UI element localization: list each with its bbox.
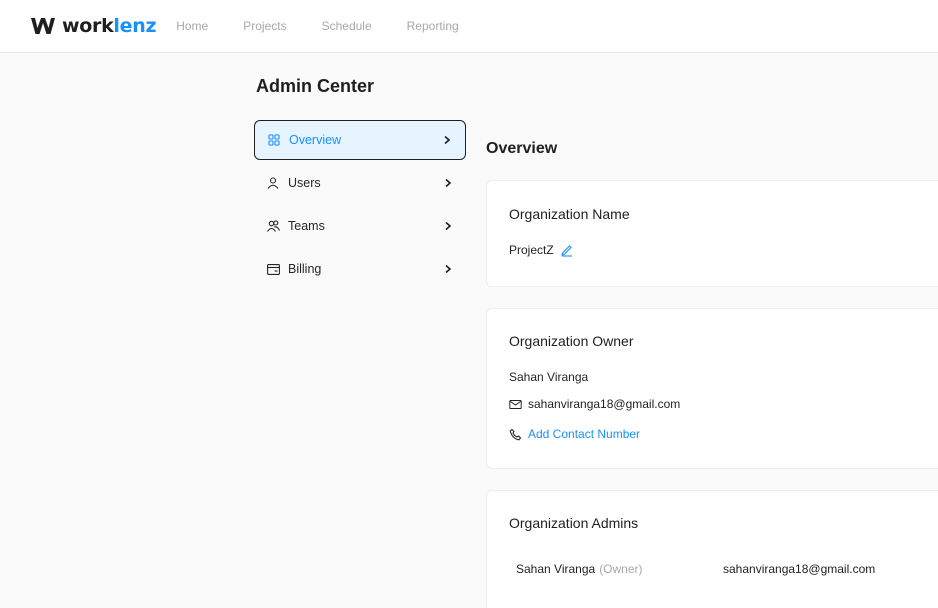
phone-icon <box>509 428 522 440</box>
nav-reporting[interactable]: Reporting <box>407 19 459 33</box>
org-name-heading: Organization Name <box>509 206 630 222</box>
org-name-card: Organization Name ProjectZ <box>486 180 938 287</box>
admin-name: Sahan Viranga <box>516 562 596 576</box>
chevron-right-icon <box>445 264 452 274</box>
menu-item-label: Teams <box>288 219 325 233</box>
org-name-row: ProjectZ <box>509 243 574 257</box>
logo-text: worklenz <box>62 15 157 37</box>
top-navbar: worklenz Home Projects Schedule Reportin… <box>0 0 938 53</box>
admin-side-menu: Overview Users Teams Billing <box>254 120 466 292</box>
card-icon <box>266 262 280 276</box>
mail-icon <box>509 399 522 409</box>
admin-row: Sahan Viranga (Owner) sahanviranga18@gma… <box>516 562 936 576</box>
team-icon <box>266 219 280 233</box>
menu-item-label: Overview <box>289 133 342 147</box>
menu-item-label: Users <box>288 176 321 190</box>
org-owner-card: Organization Owner Sahan Viranga sahanvi… <box>486 308 938 469</box>
main-nav: Home Projects Schedule Reporting <box>176 19 493 33</box>
nav-home[interactable]: Home <box>176 19 208 33</box>
grid-icon <box>267 133 281 147</box>
menu-item-overview[interactable]: Overview <box>254 120 466 160</box>
page-title: Admin Center <box>256 76 375 96</box>
edit-pencil-icon[interactable] <box>560 243 574 257</box>
add-contact-row[interactable]: Add Contact Number <box>509 427 640 441</box>
menu-item-teams[interactable]: Teams <box>254 206 466 246</box>
org-admins-heading: Organization Admins <box>509 515 639 531</box>
user-icon <box>266 176 280 190</box>
org-name-value: ProjectZ <box>509 243 554 257</box>
section-title: Overview <box>486 140 558 157</box>
worklenz-logo[interactable]: worklenz <box>30 0 157 53</box>
chevron-right-icon <box>445 178 452 188</box>
nav-projects[interactable]: Projects <box>243 19 286 33</box>
org-owner-heading: Organization Owner <box>509 333 634 349</box>
logo-w-icon <box>31 18 55 34</box>
owner-email: sahanviranga18@gmail.com <box>528 397 681 411</box>
add-contact-link[interactable]: Add Contact Number <box>528 427 640 441</box>
chevron-right-icon <box>445 221 452 231</box>
owner-email-row: sahanviranga18@gmail.com <box>509 397 680 411</box>
menu-item-users[interactable]: Users <box>254 163 466 203</box>
org-admins-card: Organization Admins Sahan Viranga (Owner… <box>486 490 938 608</box>
owner-name: Sahan Viranga <box>509 370 589 384</box>
chevron-right-icon <box>444 135 451 145</box>
nav-schedule[interactable]: Schedule <box>322 19 372 33</box>
admin-role: (Owner) <box>599 562 643 576</box>
menu-item-billing[interactable]: Billing <box>254 249 466 289</box>
admin-email: sahanviranga18@gmail.com <box>723 562 876 576</box>
menu-item-label: Billing <box>288 262 322 276</box>
